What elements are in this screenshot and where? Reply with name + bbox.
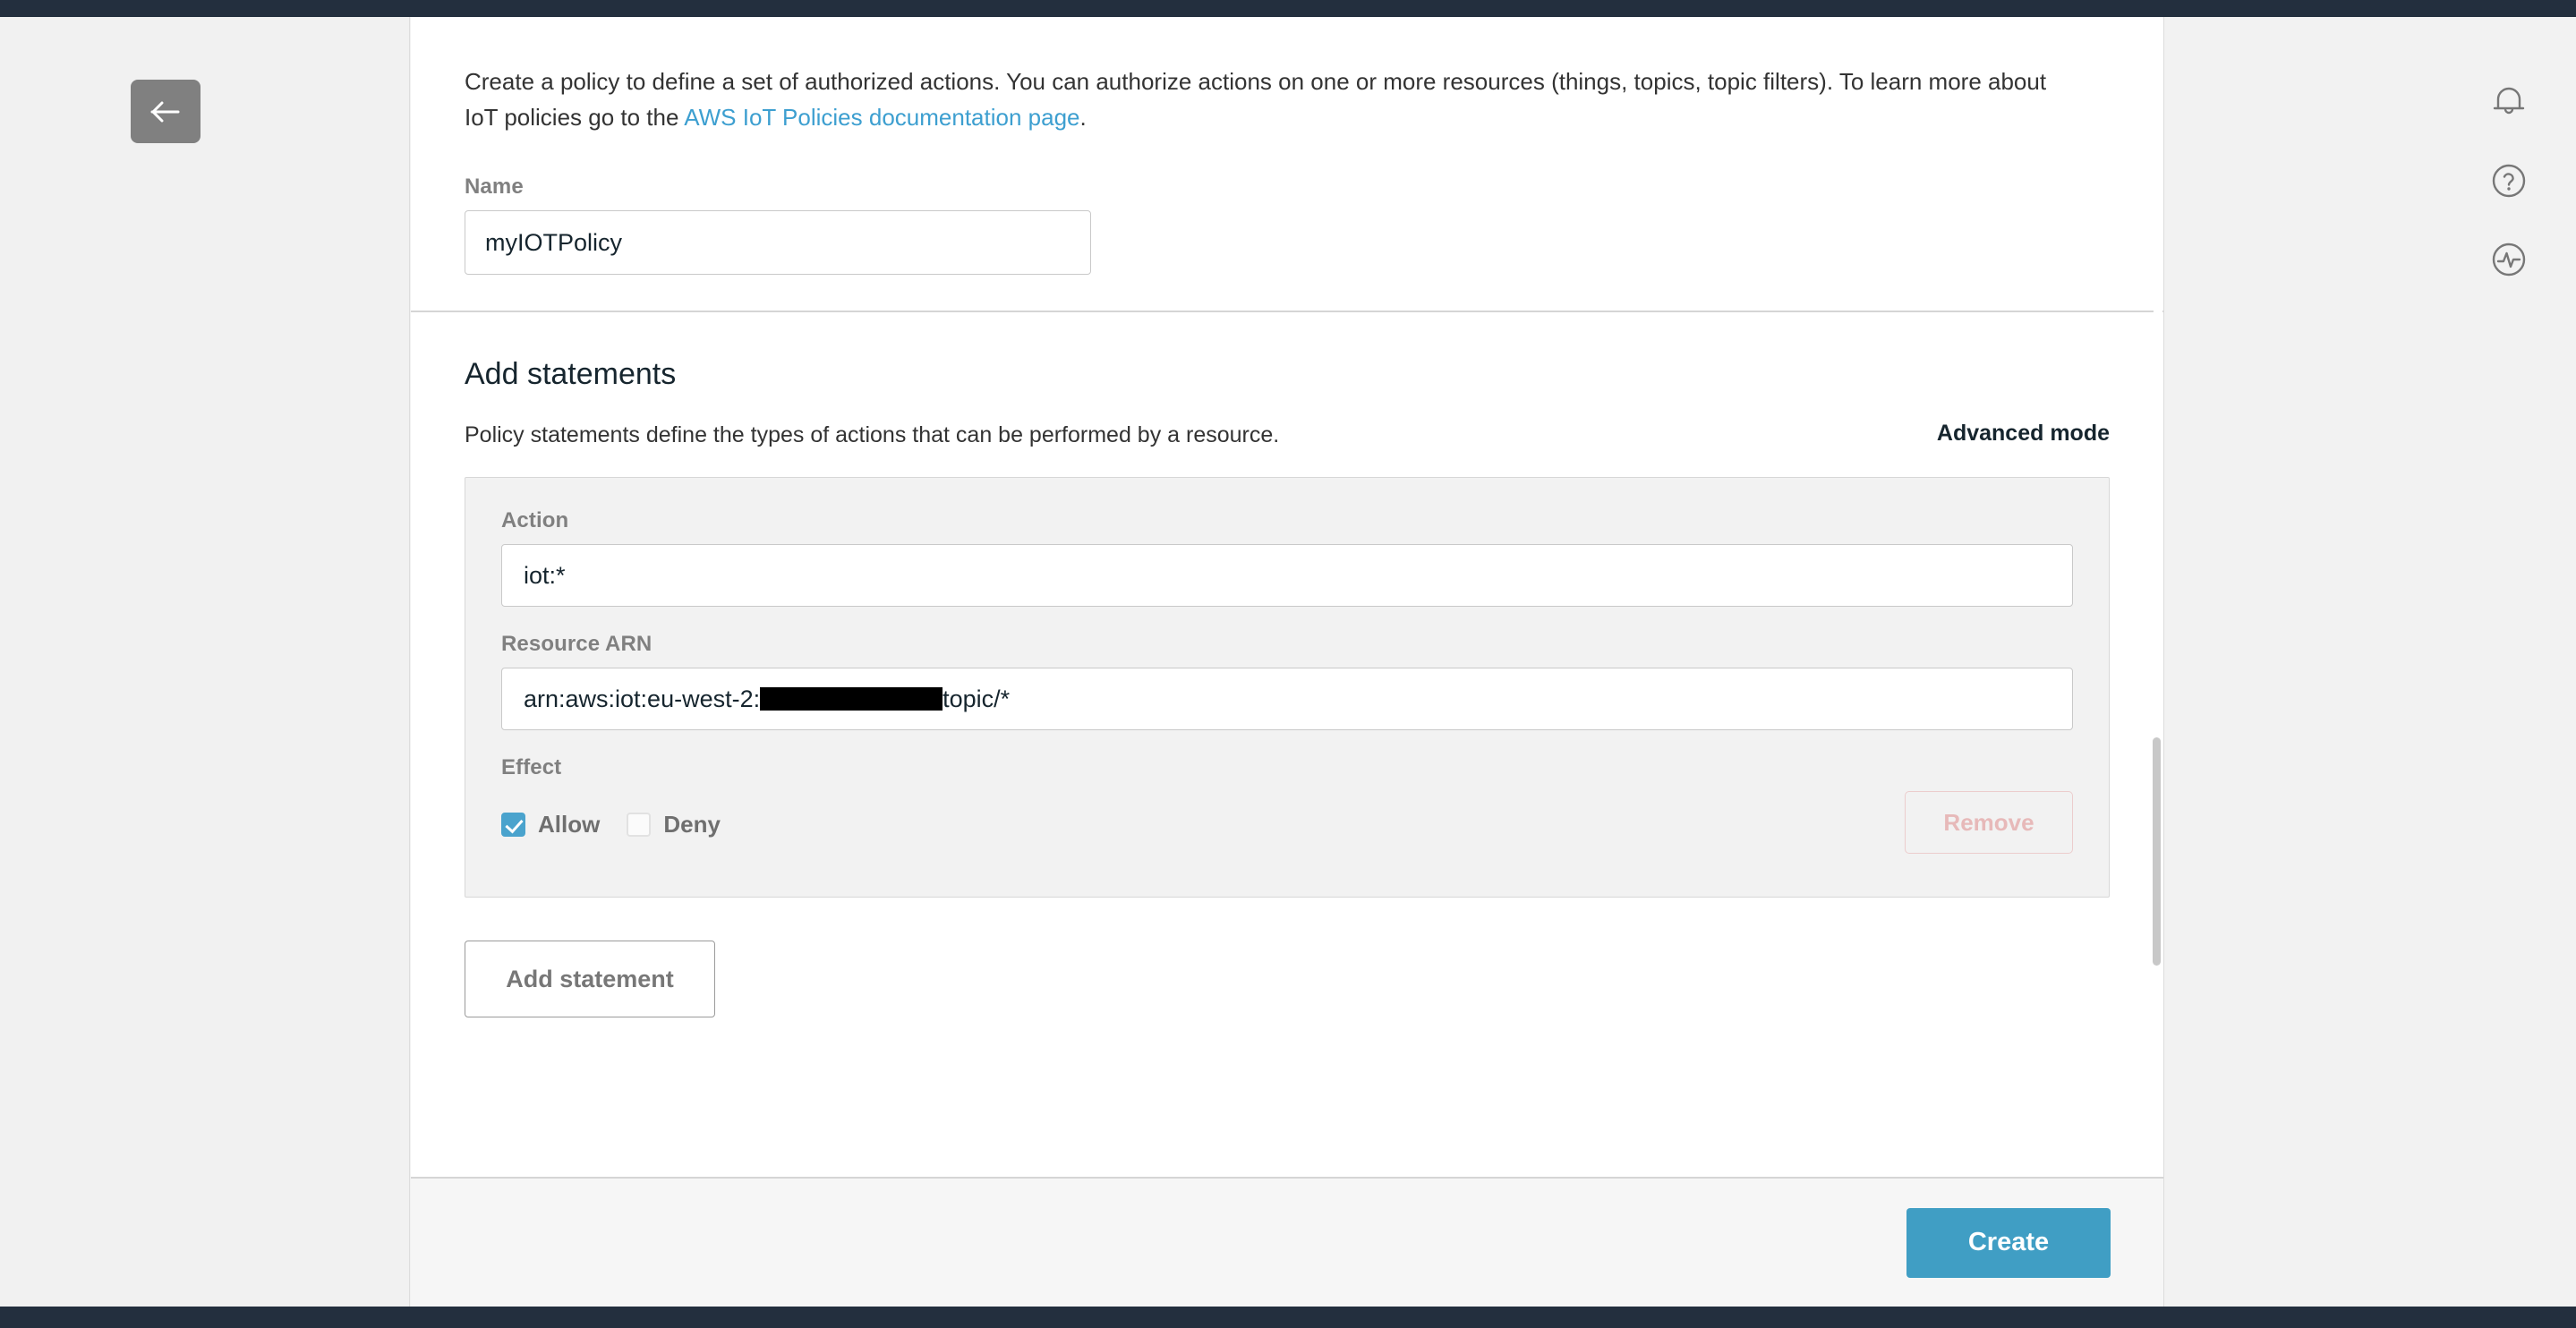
statement-item: Action Resource ARN arn:aws:iot:eu-west-… [465,477,2110,898]
remove-statement-button[interactable]: Remove [1905,791,2073,854]
create-policy-card: Create a policy to define a set of autho… [411,17,2164,1307]
name-field-label: Name [465,175,524,199]
resource-arn-label: Resource ARN [501,632,653,656]
card-scrollbar-thumb[interactable] [2153,737,2161,966]
add-statements-section: Add statements Policy statements define … [411,312,2163,1017]
aws-iot-create-policy-page: Create a policy to define a set of autho… [0,0,2576,1328]
arrow-left-icon [150,100,181,123]
redaction-bar [760,687,943,711]
add-statement-button[interactable]: Add statement [465,941,715,1017]
create-button[interactable]: Create [1906,1207,2111,1278]
deny-checkbox-group[interactable]: Deny [627,811,721,839]
card-scrollbar-track[interactable] [2153,17,2162,1176]
allow-checkbox-group[interactable]: Allow [501,811,600,839]
resource-arn-input[interactable]: arn:aws:iot:eu-west-2: topic/* [501,668,2073,730]
intro-paragraph: Create a policy to define a set of autho… [465,64,2076,135]
section-title: Add statements [465,357,677,391]
action-label: Action [501,508,569,532]
console-top-bar [0,0,2576,17]
advanced-mode-toggle[interactable]: Advanced mode [1937,421,2110,447]
arn-suffix: topic/* [943,685,1011,712]
effect-row: Allow Deny Remove [501,791,2073,857]
action-input[interactable] [501,544,2073,607]
console-bottom-bar [0,1307,2576,1328]
allow-label: Allow [538,810,601,838]
bell-icon[interactable] [2484,77,2534,127]
statements-header: Add statements Policy statements define … [465,357,2110,448]
deny-checkbox[interactable] [627,812,652,837]
policy-basics-section: Create a policy to define a set of autho… [411,17,2163,311]
action-field: Action [501,508,2073,607]
health-activity-icon[interactable] [2484,234,2534,285]
aws-iot-policies-doc-link[interactable]: AWS IoT Policies documentation page [684,104,1079,131]
arn-prefix: arn:aws:iot:eu-west-2: [524,685,761,712]
section-subtitle: Policy statements define the types of ac… [465,422,1280,447]
card-footer: Create [411,1177,2163,1307]
deny-label: Deny [663,810,721,838]
left-rail [0,17,410,1307]
effect-label: Effect [501,755,562,779]
help-circle-icon[interactable] [2484,156,2534,206]
right-icon-rail [2442,17,2576,1307]
effect-field: Effect Allow Deny Remove [501,755,2073,857]
allow-checkbox[interactable] [501,812,525,837]
policy-name-input[interactable] [465,210,1091,275]
back-button[interactable] [131,80,200,143]
resource-arn-field: Resource ARN arn:aws:iot:eu-west-2: topic… [501,632,2073,730]
intro-text-after-link: . [1079,104,1087,131]
